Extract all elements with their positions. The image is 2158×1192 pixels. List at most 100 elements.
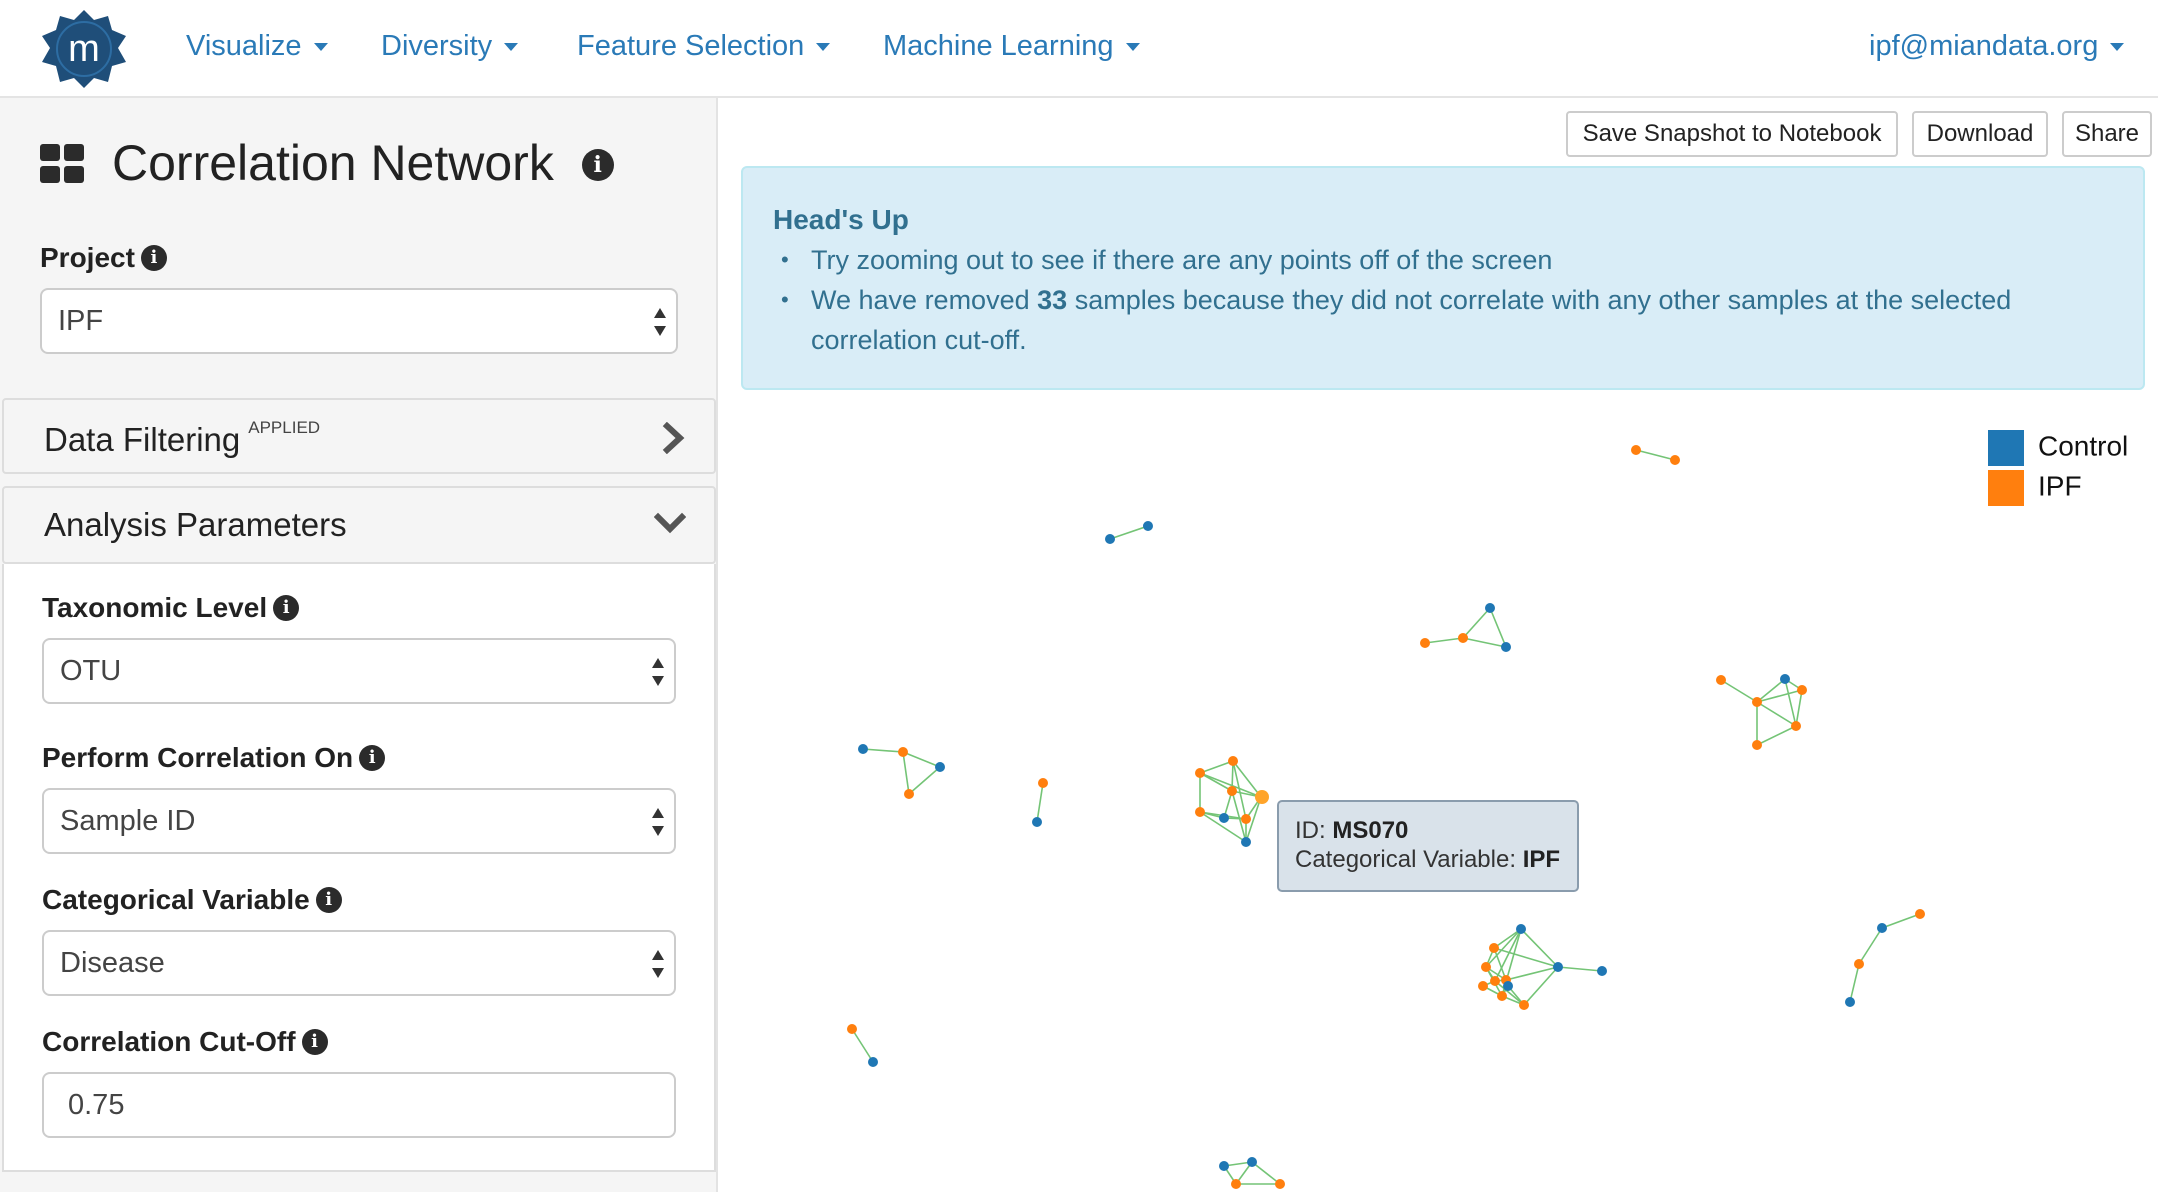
network-node-ipf[interactable] — [1241, 814, 1251, 824]
legend-control-swatch — [1988, 430, 2024, 466]
network-node-ipf[interactable] — [1752, 740, 1762, 750]
network-node-ipf[interactable] — [1797, 685, 1807, 695]
share-button[interactable]: Share — [2062, 111, 2152, 157]
perform-correlation-on-select[interactable]: Sample ID — [42, 788, 676, 854]
network-node-control[interactable] — [1877, 923, 1887, 933]
network-edge — [1523, 966, 1559, 1006]
nav-machine-learning-menu[interactable]: Machine Learning — [883, 30, 1140, 63]
network-edge — [1199, 760, 1234, 774]
network-node-control[interactable] — [1597, 966, 1607, 976]
nav-visualize-menu[interactable]: Visualize — [186, 30, 328, 63]
network-node-ipf[interactable] — [1038, 778, 1048, 788]
network-node-control[interactable] — [1485, 603, 1495, 613]
network-edge — [1462, 607, 1491, 639]
categorical-variable-select[interactable]: Disease — [42, 930, 676, 996]
network-node-ipf[interactable] — [1752, 697, 1762, 707]
network-node-control[interactable] — [1032, 817, 1042, 827]
legend-control: Control — [1988, 430, 2128, 466]
network-node-ipf[interactable] — [1716, 675, 1726, 685]
network-node-ipf[interactable] — [1195, 768, 1205, 778]
info-icon[interactable]: i — [581, 148, 614, 181]
network-node-ipf[interactable] — [898, 747, 908, 757]
mian-logo[interactable]: m — [40, 8, 128, 90]
network-node-ipf[interactable] — [1497, 991, 1507, 1001]
network-edge — [862, 748, 904, 753]
network-node-control[interactable] — [1143, 521, 1153, 531]
nav-visualize-label: Visualize — [186, 30, 302, 62]
network-node-ipf[interactable] — [904, 789, 914, 799]
network-node-ipf[interactable] — [1791, 721, 1801, 731]
network-node-control[interactable] — [868, 1057, 878, 1067]
network-edge — [1756, 701, 1797, 727]
network-node-ipf[interactable] — [1458, 633, 1468, 643]
correlation-cutoff-value: 0.75 — [68, 1089, 125, 1121]
network-node-hovered[interactable] — [1255, 790, 1269, 804]
taxonomic-level-select[interactable]: OTU — [42, 638, 676, 704]
categorical-variable-value: Disease — [60, 947, 165, 979]
taxonomic-level-label: Taxonomic Level i — [42, 592, 300, 624]
network-node-control[interactable] — [1501, 642, 1511, 652]
nav-diversity-menu[interactable]: Diversity — [381, 30, 519, 63]
network-node-ipf[interactable] — [1490, 976, 1500, 986]
network-edge — [902, 751, 910, 795]
correlation-cutoff-input[interactable]: 0.75 — [42, 1072, 676, 1138]
network-node-ipf[interactable] — [1915, 909, 1925, 919]
alert-bullet-zoom: Try zooming out to see if there are any … — [781, 240, 2111, 280]
network-node-ipf[interactable] — [1478, 981, 1488, 991]
network-node-control[interactable] — [1219, 1161, 1229, 1171]
network-node-control[interactable] — [858, 744, 868, 754]
network-node-ipf[interactable] — [1670, 455, 1680, 465]
network-node-control[interactable] — [1219, 813, 1229, 823]
heads-up-alert: Head's Up Try zooming out to see if ther… — [741, 166, 2145, 390]
nav-feature-selection-menu[interactable]: Feature Selection — [577, 30, 831, 63]
info-icon[interactable]: i — [359, 744, 386, 771]
network-node-control[interactable] — [935, 762, 945, 772]
project-label-text: Project — [40, 242, 135, 273]
categorical-variable-label: Categorical Variable i — [42, 884, 342, 916]
analysis-parameters-panel-header[interactable]: Analysis Parameters — [2, 486, 716, 564]
tooltip-variable-value: IPF — [1522, 846, 1561, 873]
project-label: Project i — [40, 242, 167, 274]
perform-correlation-on-value: Sample ID — [60, 805, 196, 837]
network-node-ipf[interactable] — [1228, 756, 1238, 766]
network-node-ipf[interactable] — [1481, 962, 1491, 972]
network-node-ipf[interactable] — [847, 1024, 857, 1034]
network-edge — [908, 766, 941, 795]
network-node-ipf[interactable] — [1854, 959, 1864, 969]
user-account-menu[interactable]: ipf@miandata.org — [1869, 30, 2125, 63]
save-snapshot-button[interactable]: Save Snapshot to Notebook — [1566, 111, 1898, 157]
nav-diversity-label: Diversity — [381, 30, 493, 62]
analysis-parameters-title-text: Analysis Parameters — [44, 506, 347, 543]
network-node-control[interactable] — [1503, 981, 1513, 991]
network-node-control[interactable] — [1845, 997, 1855, 1007]
info-icon[interactable]: i — [301, 1028, 328, 1055]
project-select[interactable]: IPF — [40, 288, 678, 354]
network-node-control[interactable] — [1780, 674, 1790, 684]
info-icon[interactable]: i — [315, 886, 342, 913]
network-node-ipf[interactable] — [1227, 786, 1237, 796]
network-node-control[interactable] — [1516, 924, 1526, 934]
network-edge — [1036, 782, 1044, 823]
data-filtering-title-text: Data Filtering — [44, 421, 241, 458]
network-node-ipf[interactable] — [1519, 1000, 1529, 1010]
download-button[interactable]: Download — [1912, 111, 2048, 157]
network-node-ipf[interactable] — [1489, 943, 1499, 953]
network-node-ipf[interactable] — [1420, 638, 1430, 648]
alert-heading: Head's Up — [773, 204, 909, 235]
network-node-control[interactable] — [1553, 962, 1563, 972]
info-icon[interactable]: i — [140, 244, 167, 271]
tooltip-variable-label: Categorical Variable: — [1295, 846, 1517, 873]
network-node-ipf[interactable] — [1631, 445, 1641, 455]
select-arrows-icon — [652, 658, 666, 686]
network-node-control[interactable] — [1241, 837, 1251, 847]
info-icon[interactable]: i — [273, 594, 300, 621]
network-node-ipf[interactable] — [1195, 807, 1205, 817]
network-node-ipf[interactable] — [1275, 1179, 1285, 1189]
page-title-text: Correlation Network — [112, 135, 554, 191]
network-node-control[interactable] — [1247, 1157, 1257, 1167]
network-node-control[interactable] — [1105, 534, 1115, 544]
network-node-ipf[interactable] — [1231, 1179, 1241, 1189]
data-filtering-panel-header[interactable]: Data Filtering APPLIED — [2, 398, 716, 474]
correlation-network-graph[interactable] — [722, 400, 2158, 1192]
tooltip-id-value: MS070 — [1332, 817, 1409, 844]
